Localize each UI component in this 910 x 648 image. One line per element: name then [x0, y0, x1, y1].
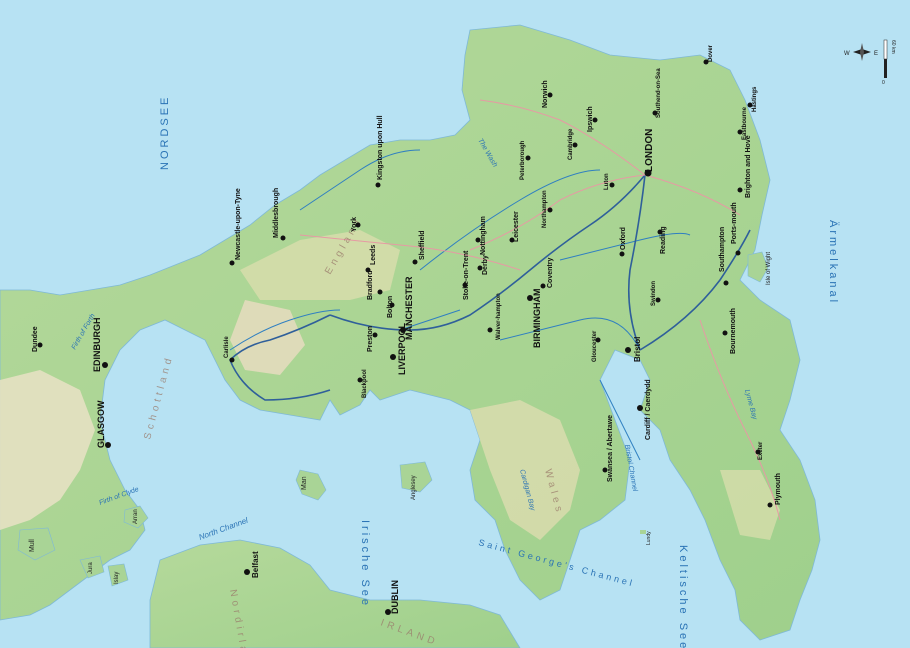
sea-aermelkanal: Ärmelkanal — [827, 220, 839, 305]
city-bournemouth: Bournemouth — [730, 308, 737, 354]
scale-km-label: 60 km — [890, 40, 896, 54]
city-bradford: Bradford — [367, 270, 374, 300]
sea-keltische-see: Keltische See — [677, 545, 689, 648]
city-kingston: Kingston upon Hull — [377, 115, 384, 180]
city-ipswich: Ipswich — [587, 106, 594, 132]
city-reading: Reading — [660, 226, 667, 254]
city-stoke: Stoke-on-Trent — [463, 250, 470, 300]
city-swindon: Swindon — [651, 281, 657, 306]
city-southampton: Southampton — [719, 227, 726, 272]
city-belfast: Belfast — [251, 551, 260, 578]
city-northampton: Northampton — [542, 190, 548, 228]
island-label-wight: Isle of Wight — [766, 252, 772, 285]
city-bristol: Bristol — [633, 337, 642, 362]
city-peterborough: Peterborough — [520, 140, 526, 180]
city-dundee: Dundee — [32, 326, 39, 352]
city-nottingham: Nottingham — [480, 216, 487, 255]
city-newcastle: Newcastle-upon-Tyne — [235, 188, 242, 260]
compass-east-label: E — [874, 51, 878, 57]
city-edinburgh: EDINBURGH — [92, 317, 102, 372]
scale-zero-label: 0 — [882, 80, 885, 86]
city-portsmouth: Ports-mouth — [731, 202, 738, 244]
city-gloucester: Gloucester — [592, 330, 598, 362]
city-norwich: Norwich — [542, 80, 549, 108]
city-luton: Luton — [604, 173, 610, 190]
city-oxford: Oxford — [620, 227, 627, 250]
island-label-islay: Islay — [114, 572, 120, 584]
map-canvas[interactable]: NORDSEE Irische See Ärmelkanal Keltische… — [0, 0, 910, 648]
city-sheffield: Sheffield — [419, 230, 426, 260]
sea-nordsee: NORDSEE — [159, 95, 171, 170]
city-bolton: Bolton — [387, 296, 394, 318]
compass-west-label: W — [844, 51, 850, 57]
island-label-jura: Jura — [88, 562, 94, 574]
island-label-anglesey: Anglesey — [411, 475, 417, 500]
city-swansea: Swansea / Abertawe — [607, 415, 614, 482]
city-birmingham: BIRMINGHAM — [532, 289, 542, 349]
map-svg[interactable]: NORDSEE Irische See Ärmelkanal Keltische… — [0, 0, 910, 648]
city-cardiff: Cardiff / Caerdydd — [645, 379, 652, 440]
city-coventry: Coventry — [547, 258, 554, 288]
city-dover: Dover — [708, 44, 714, 62]
city-carlisle: Carlisle — [224, 336, 230, 358]
city-london: LONDON — [644, 129, 655, 172]
city-hastings: Hastings — [752, 86, 758, 112]
city-blackpool: Blackpool — [362, 369, 368, 398]
sea-irische-see: Irische See — [359, 520, 371, 608]
city-cambridge: Cambridge — [568, 128, 574, 160]
city-glasgow: GLASGOW — [96, 400, 106, 448]
city-leeds: Leeds — [370, 245, 377, 265]
island-label-mull: Mull — [29, 539, 36, 552]
city-leicester: Leicester — [513, 211, 520, 242]
city-brighton: Brighton and Hove — [745, 135, 752, 198]
city-middlesbrough: Middlesbrough — [273, 188, 280, 238]
city-southend: Southend-on-Sea — [656, 68, 662, 118]
city-wolverhampton: Walver-hampton — [496, 293, 502, 340]
island-label-man: Man — [301, 476, 308, 490]
city-dublin: DUBLIN — [390, 580, 400, 614]
city-plymouth: Plymouth — [775, 473, 782, 505]
island-label-lundy: Lundy — [646, 531, 652, 545]
city-liverpool: LIVERPOOL — [397, 322, 407, 375]
city-derby: Derby — [482, 255, 489, 275]
city-exeter: Exeter — [758, 441, 764, 460]
island-label-arran: Arran — [133, 509, 139, 524]
city-eastbourne: Eastbourne — [742, 106, 748, 140]
city-preston: Preston — [367, 326, 374, 352]
city-york: York — [351, 217, 358, 232]
